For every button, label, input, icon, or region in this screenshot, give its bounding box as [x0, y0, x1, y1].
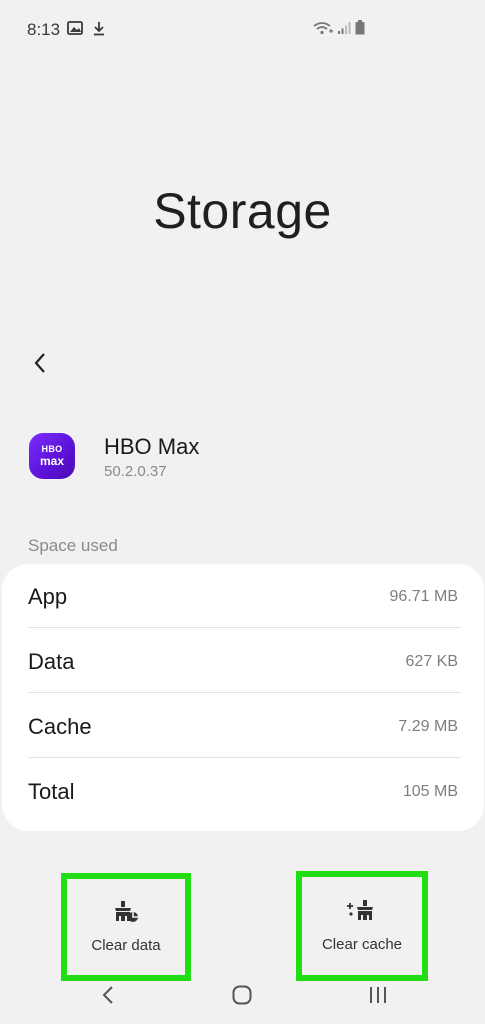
- app-name: HBO Max: [104, 434, 200, 459]
- storage-row-value: 627 KB: [405, 653, 458, 670]
- section-label-space-used: Space used: [28, 536, 118, 555]
- signal-icon: [337, 21, 351, 40]
- home-icon: [232, 985, 252, 1010]
- storage-row-value: 7.29 MB: [398, 718, 458, 735]
- page-title: Storage: [153, 183, 332, 239]
- storage-row-data: Data 627 KB: [28, 630, 458, 694]
- app-icon-text-top: HBO: [41, 444, 63, 454]
- divider: [28, 757, 461, 758]
- storage-row-label: Cache: [28, 714, 92, 739]
- navigation-bar: [0, 980, 485, 1020]
- battery-icon: [355, 20, 365, 40]
- status-time: 8:13: [27, 20, 61, 39]
- status-bar: 8:13: [0, 0, 485, 60]
- storage-row-label: Total: [28, 779, 75, 804]
- storage-row-value: 105 MB: [402, 783, 458, 800]
- chevron-left-icon: [33, 352, 47, 379]
- storage-row-label: App: [28, 584, 68, 609]
- recents-icon: [368, 986, 388, 1009]
- app-icon: HBO max: [29, 433, 75, 479]
- nav-back-button[interactable]: [88, 980, 128, 1014]
- clear-data-icon: [112, 900, 140, 929]
- clear-data-button[interactable]: Clear data: [61, 873, 191, 981]
- back-button[interactable]: [22, 347, 58, 383]
- download-icon: [92, 21, 106, 41]
- storage-row-cache: Cache 7.29 MB: [28, 695, 458, 759]
- clear-data-label: Clear data: [91, 937, 161, 954]
- nav-recents-button[interactable]: [358, 980, 398, 1014]
- storage-row-app: App 96.71 MB: [28, 565, 458, 629]
- wifi-icon: [313, 21, 333, 40]
- storage-row-total: Total 105 MB: [28, 760, 458, 824]
- clear-cache-icon: [347, 899, 377, 928]
- back-icon: [102, 985, 114, 1009]
- storage-card: App 96.71 MB Data 627 KB Cache 7.29 MB T…: [2, 564, 484, 831]
- divider: [28, 692, 461, 693]
- storage-row-label: Data: [28, 649, 75, 674]
- clear-cache-button[interactable]: Clear cache: [296, 871, 428, 981]
- nav-home-button[interactable]: [222, 980, 262, 1014]
- image-icon: [67, 21, 83, 41]
- app-version: 50.2.0.37: [104, 463, 167, 480]
- storage-row-value: 96.71 MB: [389, 588, 458, 605]
- divider: [28, 627, 461, 628]
- app-icon-text-bottom: max: [39, 454, 65, 468]
- clear-cache-label: Clear cache: [321, 936, 403, 953]
